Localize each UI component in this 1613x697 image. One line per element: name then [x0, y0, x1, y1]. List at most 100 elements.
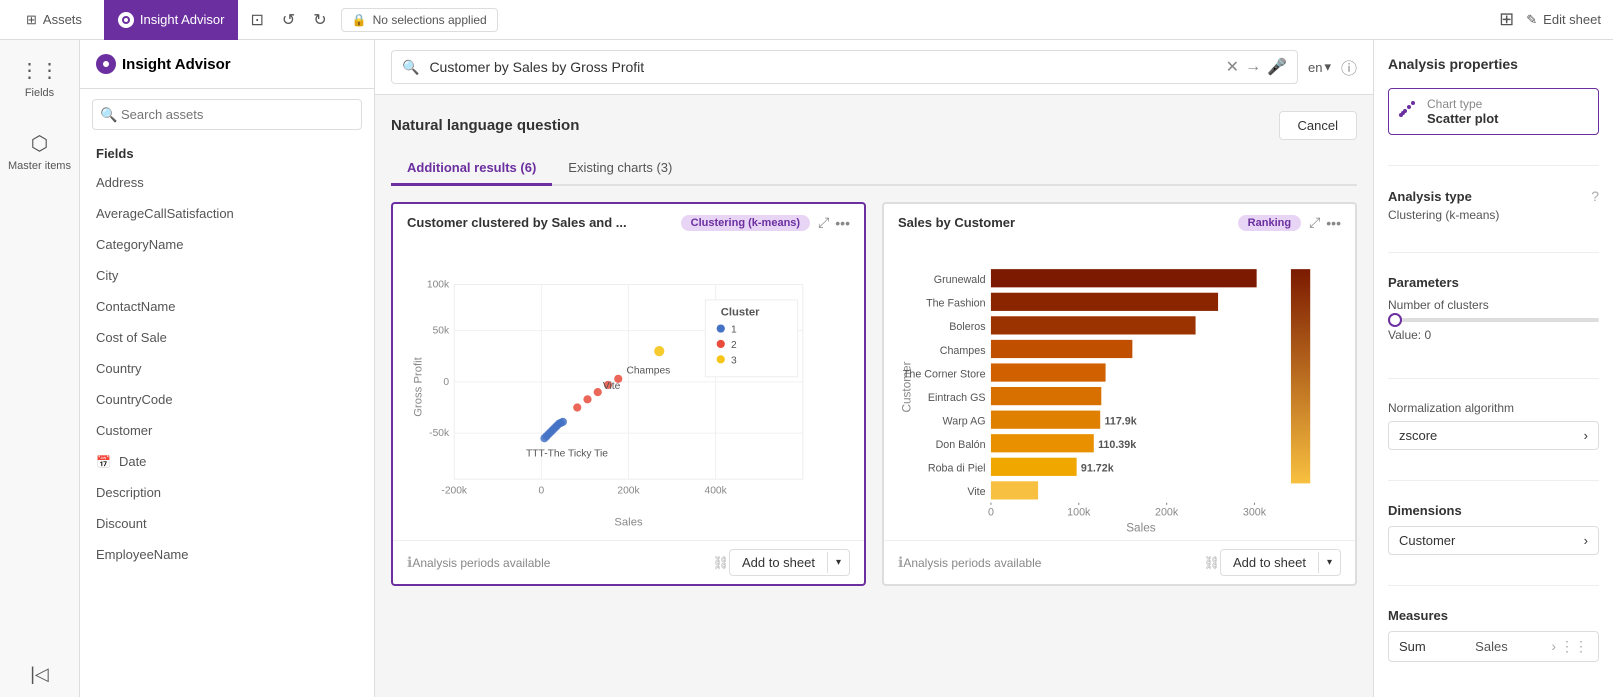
clusters-label: Number of clusters [1388, 298, 1599, 312]
svg-text:Vite: Vite [967, 486, 985, 498]
fields-icon: ⋮⋮ [20, 58, 60, 83]
field-item-address[interactable]: Address [80, 167, 374, 198]
main-layout: ⋮⋮ Fields ⬡ Master items |◁ Insight Advi… [0, 40, 1613, 697]
measures-title: Measures [1388, 608, 1599, 623]
grid-icon[interactable]: ⊞ [1495, 5, 1518, 34]
dimension-select[interactable]: Customer › [1388, 526, 1599, 555]
assets-label: Assets [43, 12, 82, 27]
more-icon[interactable]: ••• [835, 214, 850, 231]
nlq-info-icon[interactable]: ⓘ [1341, 55, 1357, 79]
clusters-value: Value: 0 [1388, 328, 1599, 342]
tab-existing-charts[interactable]: Existing charts (3) [552, 152, 688, 186]
expand-icon[interactable]: ⤢ [818, 214, 829, 231]
field-item-date[interactable]: 📅Date [80, 446, 374, 477]
svg-text:243.77k: 243.77k [1222, 298, 1261, 310]
insight-logo [96, 54, 116, 74]
nlq-search-wrap: 🔍 ✕ → 🎤 [391, 50, 1298, 84]
search-assets-wrap: 🔍 [92, 99, 362, 130]
nlq-actions: ✕ → 🎤 [1226, 57, 1297, 77]
svg-text:Sales: Sales [614, 516, 643, 528]
expand-icon-2[interactable]: ⤢ [1309, 214, 1320, 231]
submit-button[interactable]: → [1245, 58, 1261, 76]
add-to-sheet-btn-1[interactable]: Add to sheet ▾ [729, 549, 850, 576]
add-to-sheet-label-2: Add to sheet [1221, 550, 1318, 575]
bar-chart-svg: Customer Sales 285.89k Grunewald 243.77k [894, 237, 1345, 537]
clear-button[interactable]: ✕ [1226, 57, 1239, 77]
tab-additional-results[interactable]: Additional results (6) [391, 152, 552, 186]
help-icon[interactable]: ? [1591, 188, 1599, 204]
field-item-city[interactable]: City [80, 260, 374, 291]
scatter-plot-svg: Gross Profit Sales [403, 237, 854, 537]
nlq-input[interactable] [429, 51, 1225, 83]
svg-text:Boleros: Boleros [949, 321, 985, 333]
chart2-footer: ℹ Analysis periods available ⛓ Add to sh… [884, 540, 1355, 584]
svg-text:Roba di Piel: Roba di Piel [928, 463, 986, 475]
cancel-button[interactable]: Cancel [1279, 111, 1357, 140]
add-to-sheet-chevron-2[interactable]: ▾ [1318, 552, 1340, 573]
mic-button[interactable]: 🎤 [1267, 57, 1287, 77]
field-item-customer[interactable]: Customer [80, 415, 374, 446]
no-selections-label: No selections applied [373, 13, 487, 27]
svg-text:Eintrach GS: Eintrach GS [928, 392, 986, 404]
field-item-discount[interactable]: Discount [80, 508, 374, 539]
dimensions-section: Dimensions Customer › [1388, 503, 1599, 555]
add-to-sheet-chevron-1[interactable]: ▾ [827, 552, 849, 573]
fields-label: Fields [25, 87, 54, 99]
slider-thumb[interactable] [1388, 313, 1402, 327]
camera-icon[interactable]: ⊡ [246, 6, 267, 34]
edit-sheet-button[interactable]: ✎ Edit sheet [1526, 12, 1601, 28]
normalization-value: zscore [1399, 428, 1437, 443]
right-panel: Analysis properties Chart type Scatter p… [1373, 40, 1613, 697]
tabs-row: Additional results (6) Existing charts (… [391, 152, 1357, 186]
field-label: Discount [96, 516, 147, 531]
svg-text:Gross Profit: Gross Profit [412, 356, 424, 416]
nlq-lang-selector[interactable]: en ▾ [1308, 59, 1331, 75]
normalization-select[interactable]: zscore › [1388, 421, 1599, 450]
top-bar-icons: ⊡ ↺ ↻ 🔒 No selections applied [246, 6, 497, 34]
redo-icon[interactable]: ↻ [309, 6, 330, 34]
sidebar-item-fields[interactable]: ⋮⋮ Fields [14, 52, 66, 105]
field-item-averagecallsatisfaction[interactable]: AverageCallSatisfaction [80, 198, 374, 229]
field-item-categoryname[interactable]: CategoryName [80, 229, 374, 260]
measures-row[interactable]: Sum Sales › ⋮⋮ [1388, 631, 1599, 662]
chart2-footer-label: Analysis periods available [903, 556, 1041, 570]
chart-type-row[interactable]: Chart type Scatter plot [1388, 88, 1599, 135]
svg-text:200k: 200k [1155, 507, 1179, 519]
chart1-icons: ⤢ ••• [818, 214, 850, 231]
field-label: Address [96, 175, 144, 190]
assets-tab[interactable]: ⊞ Assets [12, 0, 96, 40]
scatter-icon [1397, 99, 1417, 124]
search-assets-input[interactable] [92, 99, 362, 130]
assets-icon: ⊞ [26, 12, 37, 28]
share-icon[interactable]: ⛓ [712, 555, 729, 571]
chart-type-value: Scatter plot [1427, 111, 1499, 126]
field-item-contactname[interactable]: ContactName [80, 291, 374, 322]
chart-card-bar: Sales by Customer Ranking ⤢ ••• Customer [882, 202, 1357, 586]
sidebar-add-button[interactable]: |◁ [30, 664, 49, 685]
field-label: AverageCallSatisfaction [96, 206, 234, 221]
undo-icon[interactable]: ↺ [278, 6, 299, 34]
field-item-description[interactable]: Description [80, 477, 374, 508]
field-item-country[interactable]: Country [80, 353, 374, 384]
svg-text:The Fashion: The Fashion [926, 298, 986, 310]
chart1-title: Customer clustered by Sales and ... [407, 215, 673, 230]
svg-text:Don Balón: Don Balón [936, 439, 986, 451]
master-icon: ⬡ [31, 131, 48, 156]
share-icon-2[interactable]: ⛓ [1203, 555, 1220, 571]
insight-advisor-tab[interactable]: Insight Advisor [104, 0, 239, 40]
svg-text:110.39k: 110.39k [1098, 439, 1136, 451]
svg-text:2: 2 [731, 340, 737, 351]
add-to-sheet-label-1: Add to sheet [730, 550, 827, 575]
field-item-employeename[interactable]: EmployeeName [80, 539, 374, 570]
add-to-sheet-btn-2[interactable]: Add to sheet ▾ [1220, 549, 1341, 576]
sidebar-item-master[interactable]: ⬡ Master items [2, 125, 77, 178]
svg-text:400k: 400k [705, 486, 728, 497]
insight-advisor-tab-icon [118, 12, 134, 28]
more-icon-2[interactable]: ••• [1326, 214, 1341, 231]
field-label: Country [96, 361, 142, 376]
divider-5 [1388, 585, 1599, 586]
field-item-cost-of-sale[interactable]: Cost of Sale [80, 322, 374, 353]
top-bar: ⊞ Assets Insight Advisor ⊡ ↺ ↻ 🔒 No sele… [0, 0, 1613, 40]
top-bar-left: ⊞ Assets Insight Advisor ⊡ ↺ ↻ 🔒 No sele… [12, 0, 1487, 40]
field-item-countrycode[interactable]: CountryCode [80, 384, 374, 415]
